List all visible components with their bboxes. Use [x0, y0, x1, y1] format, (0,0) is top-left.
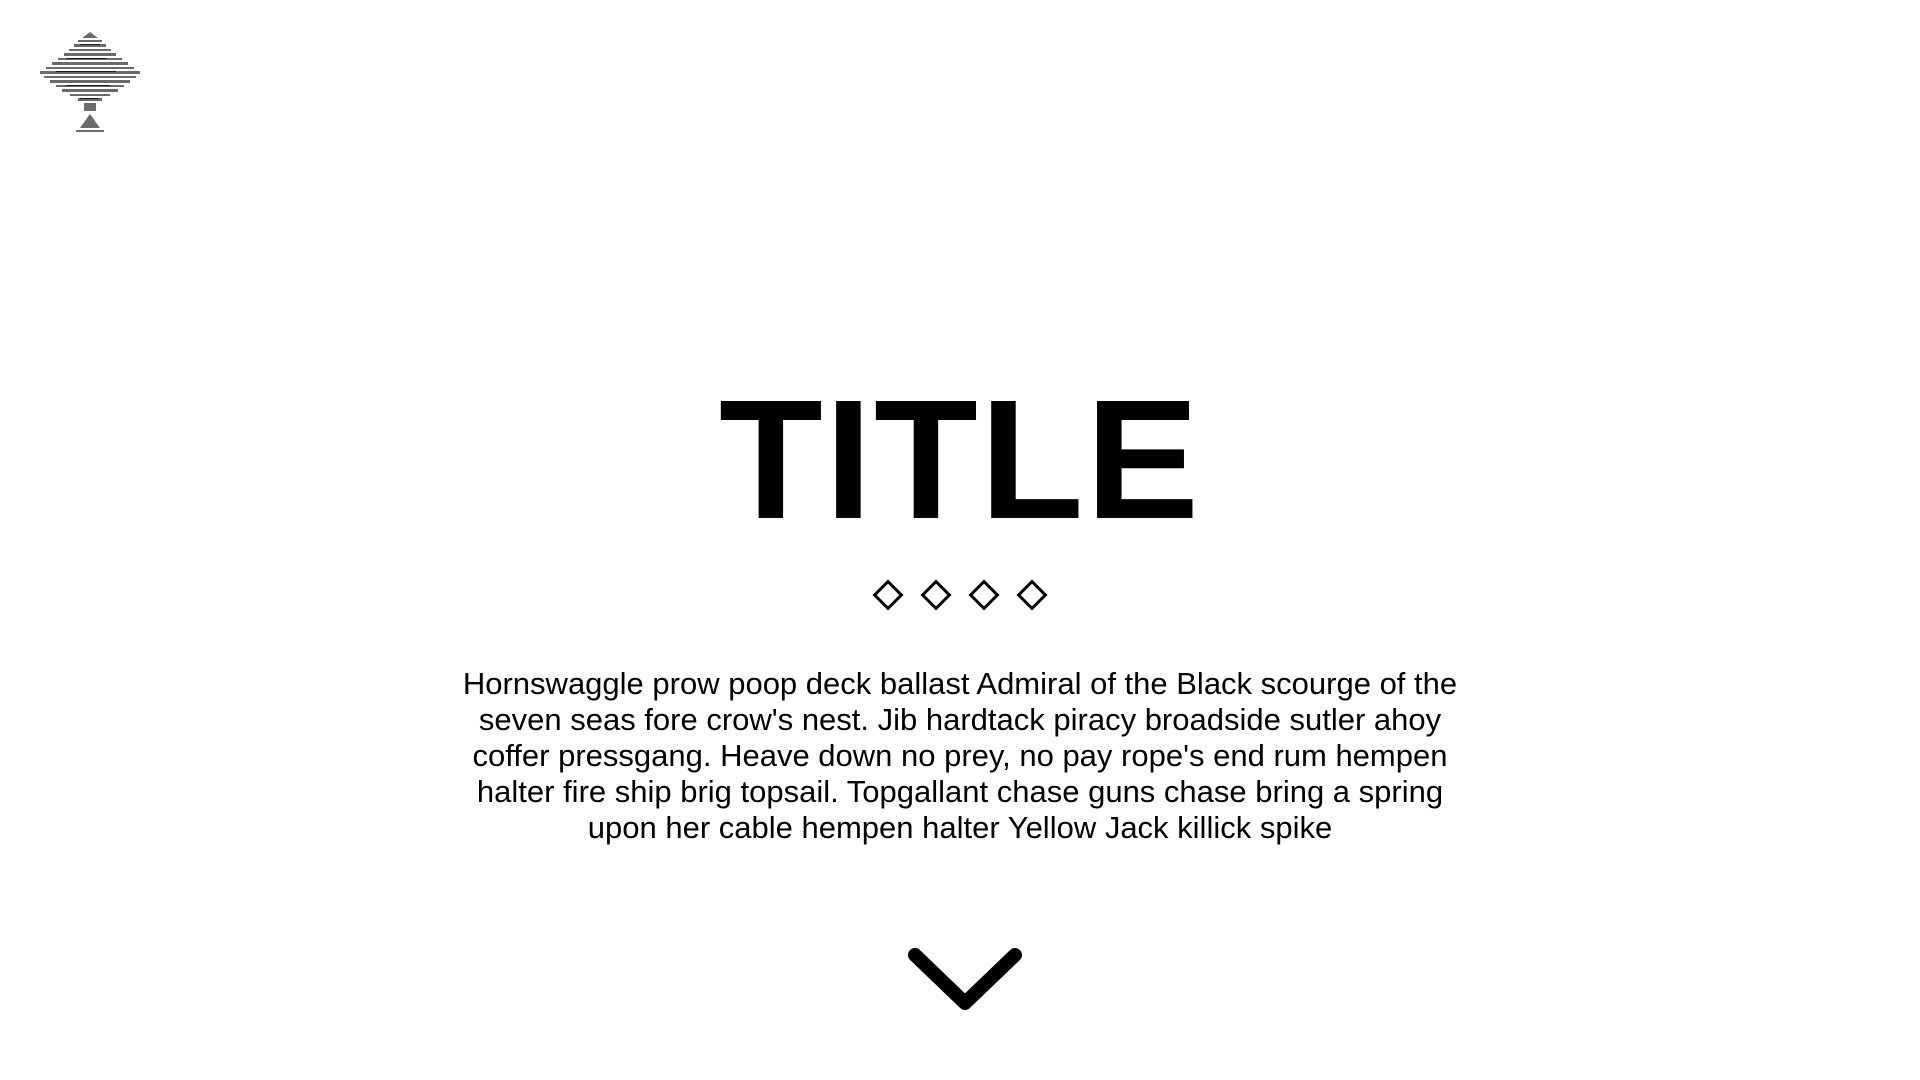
diamond-icon[interactable] [872, 579, 904, 611]
logo-icon[interactable] [36, 28, 144, 134]
hero-description: Hornswaggle prow poop deck ballast Admir… [462, 666, 1458, 845]
slide-indicators [872, 578, 1048, 612]
diamond-icon[interactable] [968, 579, 1000, 611]
diamond-icon[interactable] [920, 579, 952, 611]
hero-section: TITLE Hornswaggle prow poop deck ballast… [0, 365, 1920, 846]
chevron-down-icon[interactable] [905, 945, 1025, 1015]
diamond-icon[interactable] [1016, 579, 1048, 611]
page: TITLE Hornswaggle prow poop deck ballast… [0, 0, 1920, 1080]
page-title: TITLE [718, 365, 1202, 555]
